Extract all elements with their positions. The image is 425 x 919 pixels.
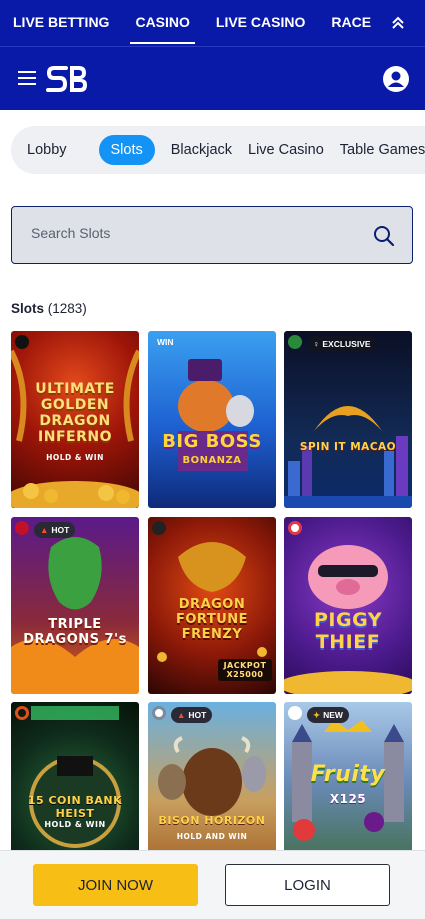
flame-icon: ▲ xyxy=(177,710,186,720)
game-subtitle: JACKPOT X25000 xyxy=(218,659,272,681)
badge-label: HOT xyxy=(188,710,207,720)
site-header xyxy=(0,46,425,110)
trophy-icon: ♀ xyxy=(313,339,320,349)
game-card[interactable]: WIN BIG BOSS BONANZA xyxy=(148,331,276,508)
game-title: BIG BOSS xyxy=(162,431,262,452)
game-title: TRIPLE DRAGONS 7's xyxy=(23,617,127,647)
game-title: Fruity xyxy=(310,762,386,787)
game-title: SPIN IT MACAO xyxy=(299,441,397,453)
new-badge: ✦ NEW xyxy=(307,707,349,723)
game-card[interactable]: ♀ EXCLUSIVE SPIN IT MACAO xyxy=(284,331,412,508)
tab-blackjack[interactable]: Blackjack xyxy=(171,142,232,158)
tab-live-casino[interactable]: Live Casino xyxy=(248,142,324,158)
tab-lobby[interactable]: Lobby xyxy=(27,142,67,158)
hamburger-menu-icon[interactable] xyxy=(18,71,36,89)
sparkle-icon: ✦ xyxy=(313,710,321,720)
provider-icon xyxy=(288,335,302,349)
double-chevron-up-icon[interactable] xyxy=(371,0,425,46)
flame-icon: ▲ xyxy=(40,525,49,535)
game-subtitle: HOLD AND WIN xyxy=(176,832,248,841)
provider-icon xyxy=(152,521,166,535)
game-subtitle: HOLD & WIN xyxy=(44,820,106,829)
provider-icon xyxy=(288,706,302,720)
section-name: Slots xyxy=(11,301,45,316)
section-title: Slots (1283) xyxy=(11,301,87,316)
game-card[interactable]: ULTIMATE GOLDEN DRAGON INFERNO HOLD & WI… xyxy=(11,331,139,508)
game-title: DRAGON FORTUNE FRENZY xyxy=(175,597,249,642)
game-subtitle: HOLD & WIN xyxy=(46,453,104,462)
badge-label: NEW xyxy=(323,710,343,720)
search-input[interactable] xyxy=(31,225,351,241)
badge-label: EXCLUSIVE xyxy=(322,339,371,349)
game-card[interactable]: DRAGON FORTUNE FRENZY JACKPOT X25000 xyxy=(148,517,276,694)
tab-slots[interactable]: Slots xyxy=(98,135,155,165)
section-count: (1283) xyxy=(47,301,87,316)
game-title: 15 COIN BANK HEIST xyxy=(27,794,123,820)
join-now-button[interactable]: JOIN NOW xyxy=(33,864,198,906)
nav-live-casino[interactable]: LIVE CASINO xyxy=(203,0,318,46)
nav-casino[interactable]: CASINO xyxy=(122,0,202,46)
user-account-icon[interactable] xyxy=(383,66,409,92)
tab-table-games[interactable]: Table Games xyxy=(340,142,425,158)
sb-logo[interactable] xyxy=(46,62,90,96)
category-tabs: Lobby Slots Blackjack Live Casino Table … xyxy=(11,126,425,174)
nav-live-betting[interactable]: LIVE BETTING xyxy=(0,0,122,46)
game-title: PIGGY THIEF xyxy=(313,609,383,653)
search-icon[interactable] xyxy=(372,224,396,248)
login-button[interactable]: LOGIN xyxy=(225,864,390,906)
provider-icon xyxy=(15,335,29,349)
game-subtitle: BONANZA xyxy=(182,455,242,466)
provider-icon xyxy=(288,521,302,535)
game-card[interactable]: PIGGY THIEF xyxy=(284,517,412,694)
provider-icon xyxy=(152,706,166,720)
top-nav: LIVE BETTING CASINO LIVE CASINO RACEBOOK xyxy=(0,0,425,46)
exclusive-badge: ♀ EXCLUSIVE xyxy=(307,336,377,352)
hot-badge: ▲ HOT xyxy=(34,522,76,538)
auth-footer: JOIN NOW LOGIN xyxy=(0,850,425,919)
game-card[interactable]: ▲ HOT TRIPLE DRAGONS 7's xyxy=(11,517,139,694)
provider-icon xyxy=(15,521,29,535)
game-title: ULTIMATE GOLDEN DRAGON INFERNO xyxy=(35,381,115,445)
provider-icon xyxy=(15,706,29,720)
badge-label: HOT xyxy=(51,525,70,535)
game-title: BISON HORIZON xyxy=(158,814,266,827)
provider-label: WIN xyxy=(157,337,174,347)
hot-badge: ▲ HOT xyxy=(171,707,213,723)
game-subtitle: X125 xyxy=(329,792,367,806)
search-box xyxy=(11,206,413,264)
